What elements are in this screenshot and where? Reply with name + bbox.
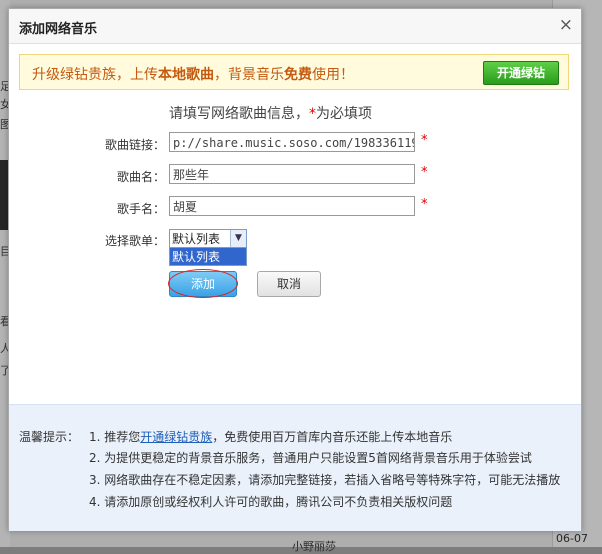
- promo-prefix: 升级绿钻贵族，上传: [32, 67, 158, 83]
- add-network-music-dialog: 添加网络音乐 × 升级绿钻贵族，上传本地歌曲，背景音乐免费使用！ 开通绿钻 请填…: [8, 8, 582, 531]
- promo-bold-local-songs: 本地歌曲: [158, 67, 214, 83]
- upgrade-promo-banner: 升级绿钻贵族，上传本地歌曲，背景音乐免费使用！ 开通绿钻: [19, 54, 569, 90]
- playlist-selected-value: 默认列表: [172, 232, 221, 246]
- promo-bold-free: 免费: [284, 67, 312, 83]
- tips-title: 温馨提示：: [19, 430, 80, 444]
- song-name-input[interactable]: 那些年: [169, 164, 415, 184]
- dialog-titlebar: 添加网络音乐 ×: [9, 9, 581, 44]
- hint-prefix: 请填写网络歌曲信息，: [169, 106, 309, 122]
- hint-suffix: 为必填项: [316, 106, 372, 122]
- promo-middle: ，背景音乐: [214, 67, 284, 83]
- tip-item: 4. 请添加原创或经权利人许可的歌曲，腾讯公司不负责相关版权问题: [89, 495, 453, 509]
- tip1-prefix: 1. 推荐您: [89, 430, 141, 444]
- close-icon[interactable]: ×: [559, 15, 573, 35]
- tip-item: 3. 网络歌曲存在不稳定因素，请添加完整链接，若插入省略号等特殊字符，可能无法播…: [89, 473, 561, 487]
- required-star-icon: *: [309, 106, 316, 122]
- open-green-diamond-button[interactable]: 开通绿钻: [483, 61, 559, 85]
- singer-name-label: 歌手名：: [116, 202, 165, 216]
- song-name-label: 歌曲名：: [116, 170, 165, 184]
- chevron-down-icon[interactable]: ▼: [230, 230, 246, 247]
- playlist-label: 选择歌单：: [104, 234, 165, 248]
- playlist-option-default[interactable]: 默认列表: [169, 248, 247, 266]
- tip-item: 1. 推荐您开通绿钻贵族，免费使用百万首库内音乐还能上传本地音乐: [89, 428, 452, 445]
- song-url-label: 歌曲链接：: [104, 138, 165, 152]
- open-green-diamond-link[interactable]: 开通绿钻贵族: [140, 430, 212, 444]
- tip1-suffix: ，免费使用百万首库内音乐还能上传本地音乐: [212, 430, 453, 444]
- playlist-select[interactable]: 默认列表 ▼: [169, 229, 247, 248]
- tip-item: 2. 为提供更稳定的背景音乐服务，普通用户只能设置5首网络背景音乐用于体验尝试: [89, 451, 532, 465]
- required-star-icon: *: [421, 133, 428, 148]
- dialog-title: 添加网络音乐: [19, 22, 98, 37]
- form-hint: 请填写网络歌曲信息，*为必填项: [169, 103, 372, 123]
- required-star-icon: *: [421, 197, 428, 212]
- highlight-circle: [168, 269, 238, 298]
- required-star-icon: *: [421, 165, 428, 180]
- promo-text: 升级绿钻贵族，上传本地歌曲，背景音乐免费使用！: [32, 64, 354, 84]
- song-url-input[interactable]: p://share.music.soso.com/1983361199: [169, 132, 415, 152]
- singer-name-input[interactable]: 胡夏: [169, 196, 415, 216]
- tips-panel: 温馨提示： 1. 推荐您开通绿钻贵族，免费使用百万首库内音乐还能上传本地音乐 2…: [9, 404, 581, 531]
- cancel-button[interactable]: 取消: [257, 271, 321, 297]
- promo-suffix: 使用！: [312, 67, 354, 83]
